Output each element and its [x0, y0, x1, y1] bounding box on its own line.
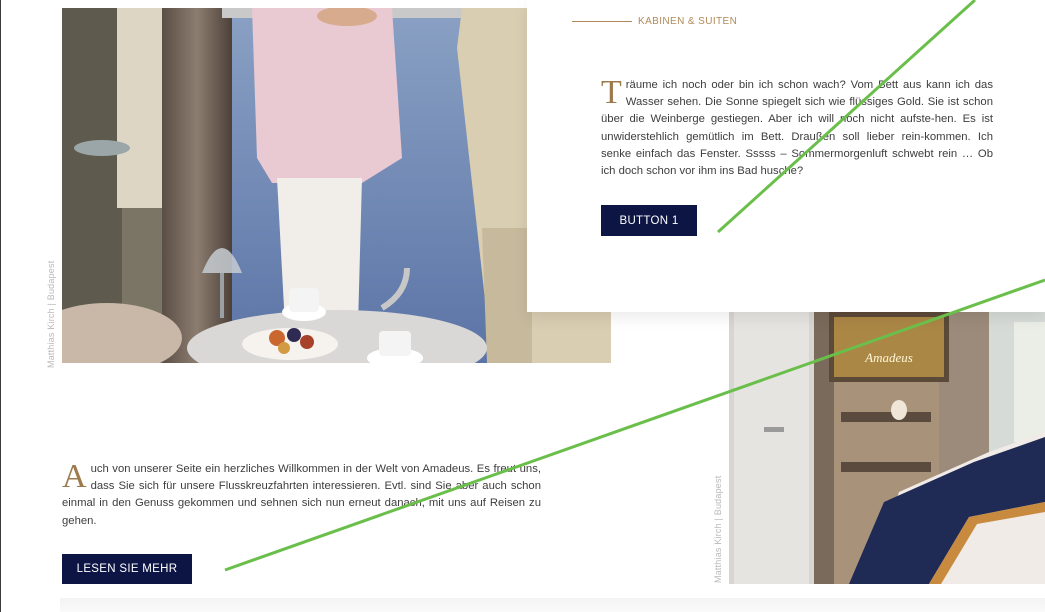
dropcap-t: T [601, 74, 622, 111]
cabins-paragraph: Träume ich noch oder bin ich schon wach?… [601, 74, 993, 180]
read-more-button[interactable]: LESEN SIE MEHR [62, 554, 192, 584]
cabin-photo: Amadeus [729, 312, 1045, 584]
eyebrow-line [572, 21, 632, 22]
photo-credit-right: Matthias Kirch | Budapest [713, 475, 723, 583]
section-eyebrow: KABINEN & SUITEN [572, 16, 737, 27]
cabins-text: räume ich noch oder bin ich schon wach? … [601, 79, 993, 178]
footer-fade [60, 598, 1045, 612]
eyebrow-label: KABINEN & SUITEN [638, 16, 738, 27]
welcome-text: uch von unserer Seite ein herzliches Wil… [62, 463, 541, 527]
welcome-paragraph: Auch von unserer Seite ein herzliches Wi… [62, 458, 541, 530]
photo-credit-left: Matthias Kirch | Budapest [46, 260, 56, 368]
amadeus-sign: Amadeus [864, 350, 913, 365]
dropcap-a: A [62, 458, 87, 495]
button-1[interactable]: BUTTON 1 [601, 205, 697, 236]
